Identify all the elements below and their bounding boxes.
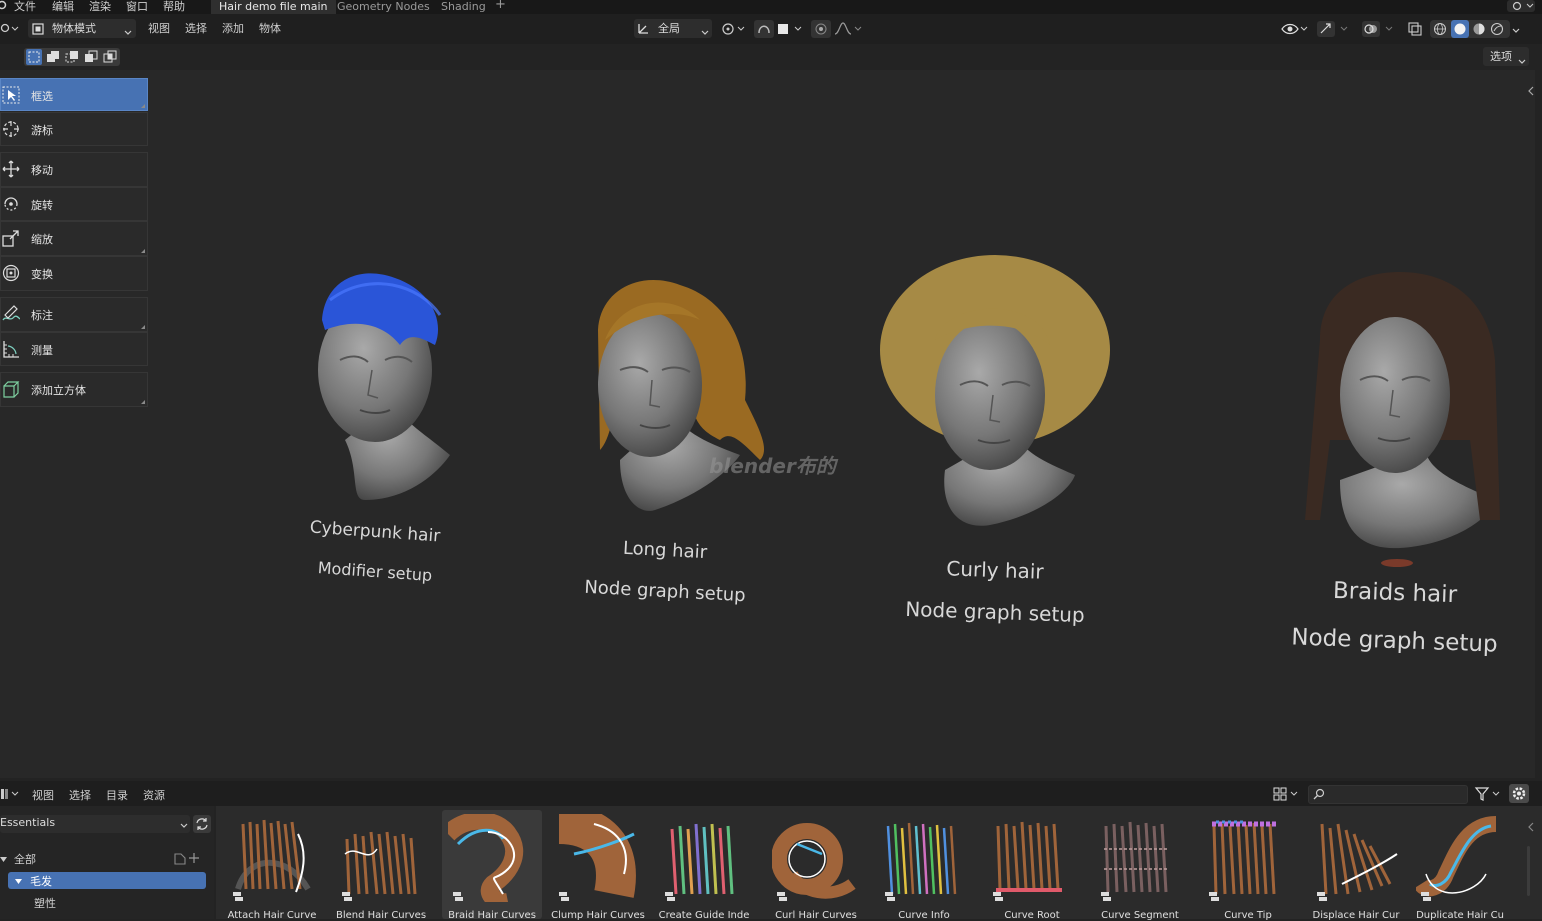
asset-tile[interactable]: Displace Hair Cur xyxy=(1306,810,1406,921)
asset-label: Curve Segment xyxy=(1101,910,1179,921)
settings-gear-icon[interactable] xyxy=(1509,784,1529,803)
asset-search-input[interactable] xyxy=(1308,785,1468,804)
asset-thumbnail xyxy=(558,814,636,898)
asset-tile[interactable]: Curl Hair Curves xyxy=(766,810,866,921)
catalog-all[interactable]: 全部 xyxy=(14,851,36,867)
asset-tile[interactable]: Curve Info xyxy=(874,810,974,921)
node-group-icon xyxy=(776,890,788,902)
asset-label: Attach Hair Curve xyxy=(227,910,317,921)
asset-menu-assets[interactable]: 资源 xyxy=(143,787,165,803)
asset-thumbnail xyxy=(1320,823,1398,895)
cyberpunk-head xyxy=(318,273,450,500)
asset-label: Create Guide Inde xyxy=(658,910,750,921)
asset-tile-selected[interactable]: Braid Hair Curves xyxy=(442,810,542,921)
sidebar-toggle-icon[interactable] xyxy=(1527,822,1535,832)
filter-icon[interactable] xyxy=(1474,785,1504,803)
new-catalog-icon[interactable] xyxy=(172,850,202,866)
asset-tile[interactable]: Create Guide Inde xyxy=(654,810,754,921)
asset-tile[interactable]: Curve Root xyxy=(982,810,1082,921)
node-group-icon xyxy=(341,890,353,902)
braids-head xyxy=(1305,272,1500,567)
asset-thumbnail xyxy=(1416,816,1497,897)
asset-label: Curve Info xyxy=(898,910,950,921)
node-group-icon xyxy=(1316,890,1328,902)
asset-thumbnail xyxy=(772,823,856,899)
asset-label: Braid Hair Curves xyxy=(448,910,536,921)
asset-tile[interactable]: Clump Hair Curves xyxy=(548,810,648,921)
asset-browser-header: 视图 选择 目录 资源 xyxy=(0,781,1542,806)
refresh-icon[interactable] xyxy=(193,815,211,833)
asset-thumbnail xyxy=(448,814,524,902)
asset-menu-catalog[interactable]: 目录 xyxy=(106,787,128,803)
chevron-down-icon xyxy=(180,820,188,828)
asset-label: Curl Hair Curves xyxy=(775,910,857,921)
display-mode-icon[interactable] xyxy=(1272,785,1302,803)
asset-tile[interactable]: Attach Hair Curve xyxy=(222,810,322,921)
node-group-icon xyxy=(1420,890,1432,902)
asset-label: Duplicate Hair Cu xyxy=(1416,910,1504,921)
asset-label: Clump Hair Curves xyxy=(551,910,645,921)
asset-catalog-panel: Essentials 全部 毛发 塑性 xyxy=(0,806,214,919)
expand-triangle-icon[interactable] xyxy=(15,876,23,884)
node-group-icon xyxy=(452,890,464,902)
asset-label: Curve Tip xyxy=(1224,910,1272,921)
node-group-icon xyxy=(232,890,244,902)
editor-type-icon[interactable] xyxy=(0,787,20,801)
asset-tile[interactable]: Curve Tip xyxy=(1198,810,1298,921)
expand-triangle-icon[interactable] xyxy=(0,854,8,862)
asset-thumbnail xyxy=(1104,821,1168,893)
search-icon xyxy=(1313,788,1325,800)
scrollbar[interactable] xyxy=(1527,846,1530,896)
asset-thumbnail xyxy=(996,821,1062,892)
asset-thumbnail xyxy=(344,831,417,895)
asset-thumbnail xyxy=(1212,820,1276,895)
node-group-icon xyxy=(1208,890,1220,902)
asset-label: Displace Hair Cur xyxy=(1312,910,1400,921)
catalog-plasticity[interactable]: 塑性 xyxy=(34,895,56,911)
library-label: Essentials xyxy=(0,816,56,829)
node-group-icon xyxy=(1100,890,1112,902)
asset-tile[interactable]: Curve Segment xyxy=(1090,810,1190,921)
asset-label: Blend Hair Curves xyxy=(335,910,427,921)
asset-thumbnail xyxy=(670,823,734,895)
asset-menu-view[interactable]: 视图 xyxy=(32,787,54,803)
asset-thumbnail xyxy=(235,819,311,893)
watermark: blender布的 xyxy=(709,454,836,478)
catalog-hair: 毛发 xyxy=(30,875,52,888)
node-group-icon xyxy=(558,890,570,902)
node-group-icon xyxy=(992,890,1004,902)
asset-library-dropdown[interactable]: Essentials xyxy=(0,815,190,833)
curly-hair-head xyxy=(880,255,1110,526)
asset-menu-select[interactable]: 选择 xyxy=(69,787,91,803)
node-group-icon xyxy=(884,890,896,902)
asset-tile[interactable]: Blend Hair Curves xyxy=(331,810,431,921)
node-group-icon xyxy=(664,890,676,902)
asset-label: Curve Root xyxy=(1004,910,1060,921)
asset-thumbnail xyxy=(886,822,957,895)
catalog-hair-row[interactable]: 毛发 xyxy=(8,872,206,889)
asset-tile[interactable]: Duplicate Hair Cu xyxy=(1410,810,1510,921)
